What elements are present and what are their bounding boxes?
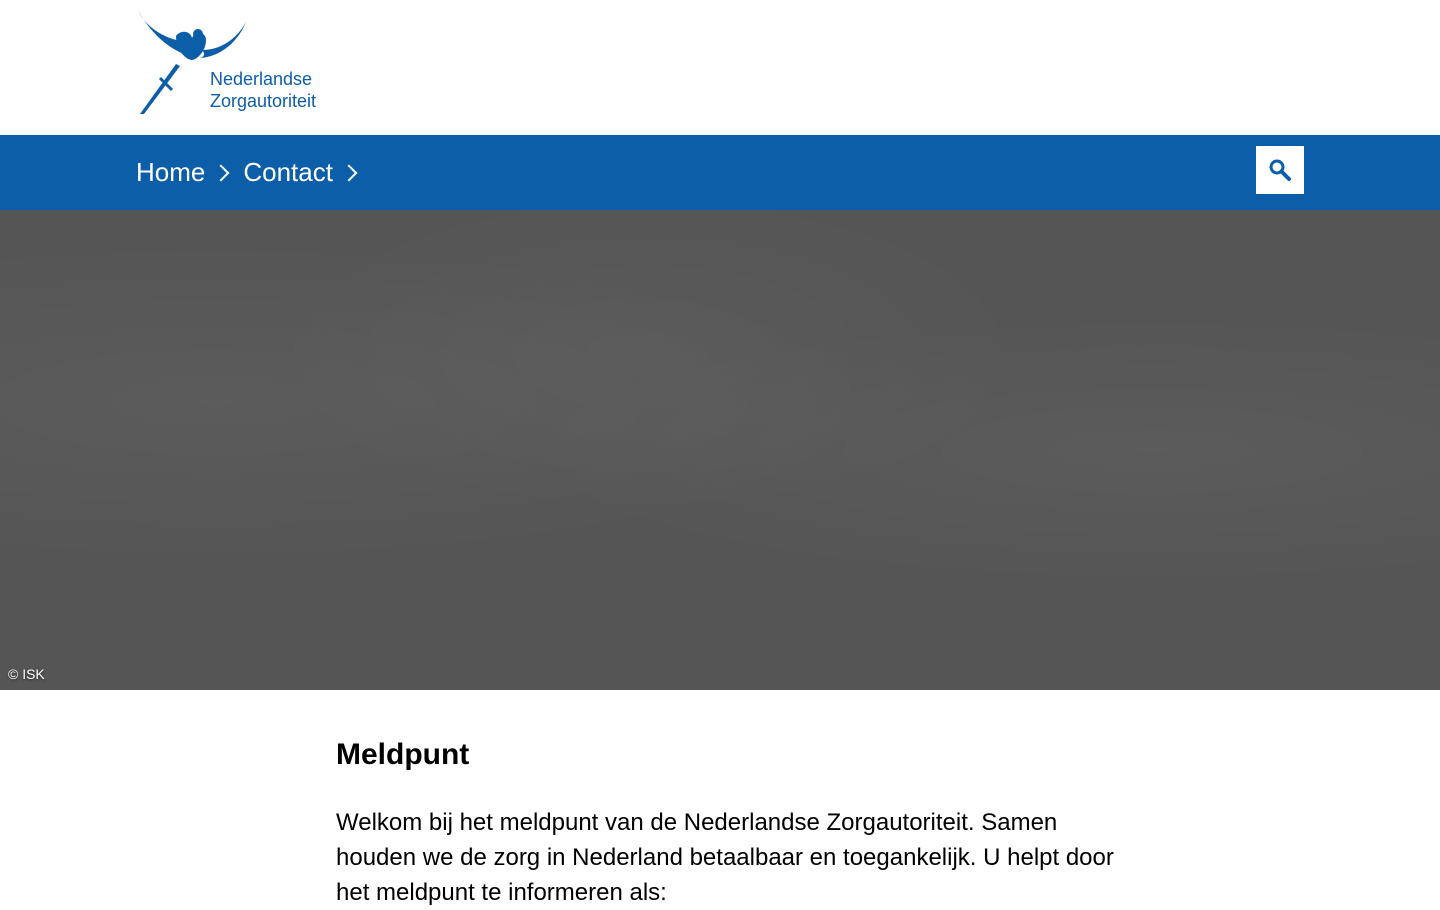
- site-logo[interactable]: Nederlandse Zorgautoriteit: [136, 10, 356, 116]
- breadcrumb-home-label: Home: [136, 157, 206, 187]
- hero-image-texture: [0, 210, 1440, 690]
- page-title: Meldpunt: [336, 738, 470, 771]
- logo-line-2: Zorgautoriteit: [210, 91, 317, 111]
- intro-paragraph: Welkom bij het meldpunt van de Nederland…: [336, 809, 1114, 906]
- breadcrumb-home[interactable]: Home: [136, 157, 243, 188]
- logo-line-1: Nederlandse: [210, 69, 313, 89]
- breadcrumb-contact[interactable]: Contact: [243, 157, 371, 188]
- chevron-right-icon: [212, 164, 230, 181]
- breadcrumb: Home Contact: [136, 135, 371, 210]
- breadcrumb-bar: Home Contact: [0, 135, 1440, 210]
- breadcrumb-contact-label: Contact: [243, 157, 333, 187]
- main-content: Meldpunt Welkom bij het meldpunt van de …: [336, 735, 1136, 910]
- image-credit: © ISK: [8, 666, 45, 682]
- search-icon: [1269, 159, 1291, 181]
- hero-image: © ISK: [0, 210, 1440, 690]
- site-header: Nederlandse Zorgautoriteit: [0, 0, 1440, 135]
- logo-wordmark: Nederlandse Zorgautoriteit: [210, 68, 316, 112]
- chevron-right-icon: [340, 164, 358, 181]
- search-button[interactable]: [1256, 146, 1304, 194]
